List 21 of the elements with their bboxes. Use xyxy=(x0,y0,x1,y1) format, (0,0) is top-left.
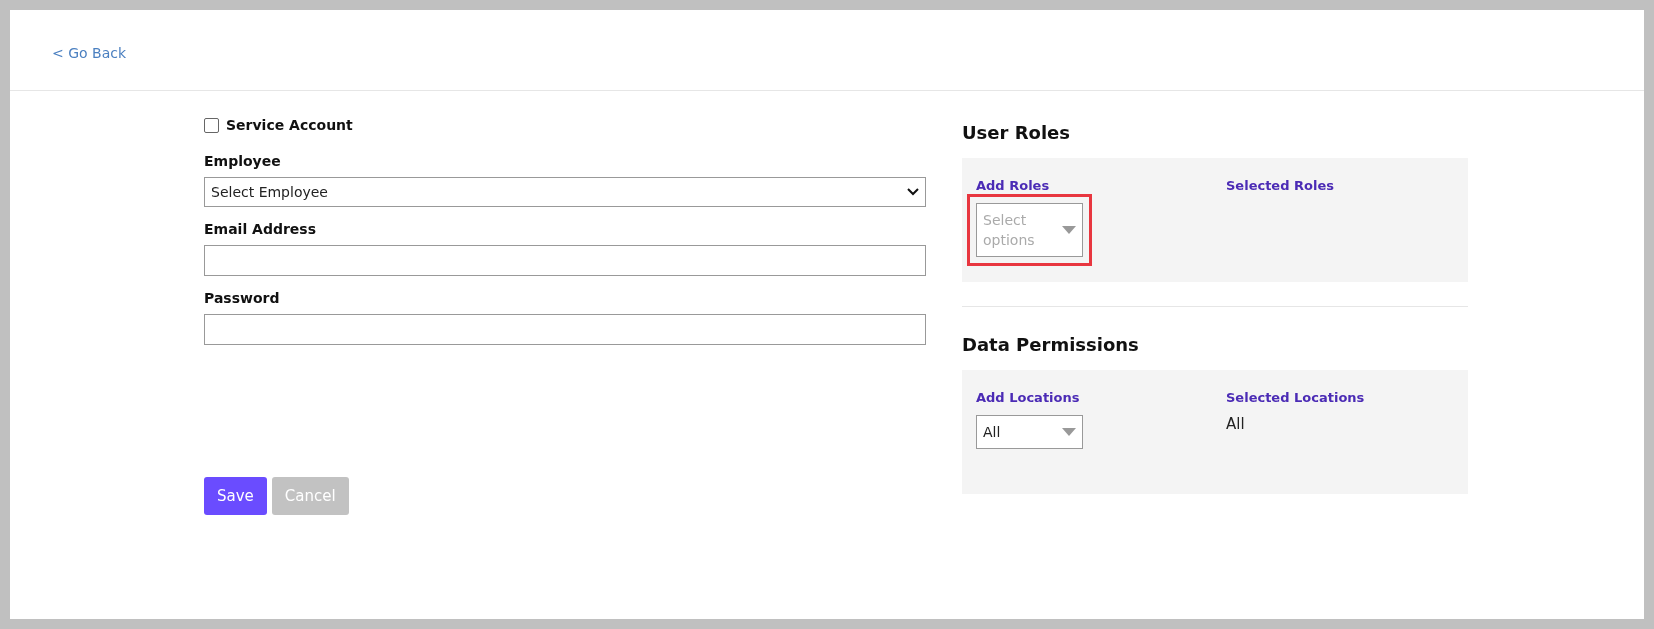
section-title: Data Permissions xyxy=(962,334,1140,355)
save-button[interactable]: Save xyxy=(204,477,267,515)
field-label: Email Address xyxy=(204,221,317,237)
section-title: User Roles xyxy=(962,122,1071,143)
go-back-link[interactable]: < Go Back xyxy=(52,45,127,61)
caret-icon xyxy=(1062,428,1076,436)
password-input[interactable] xyxy=(204,314,926,345)
column-label: Selected Roles xyxy=(1226,178,1335,193)
chevron-down-icon xyxy=(907,188,919,196)
column-label: Add Roles xyxy=(976,178,1051,193)
field-label: Password xyxy=(204,290,281,306)
employee-select[interactable]: Select Employee xyxy=(204,177,926,207)
checkbox-label: Service Account xyxy=(226,117,353,133)
column-label: Add Locations xyxy=(976,390,1081,405)
dropdown[interactable]: All xyxy=(976,415,1083,449)
selected-value: All xyxy=(1226,415,1246,433)
column-label: Selected Locations xyxy=(1226,390,1366,405)
email-input[interactable] xyxy=(204,245,926,276)
caret-icon xyxy=(1062,226,1076,234)
service-account-checkbox[interactable] xyxy=(204,117,219,133)
field-label: Employee xyxy=(204,153,282,169)
